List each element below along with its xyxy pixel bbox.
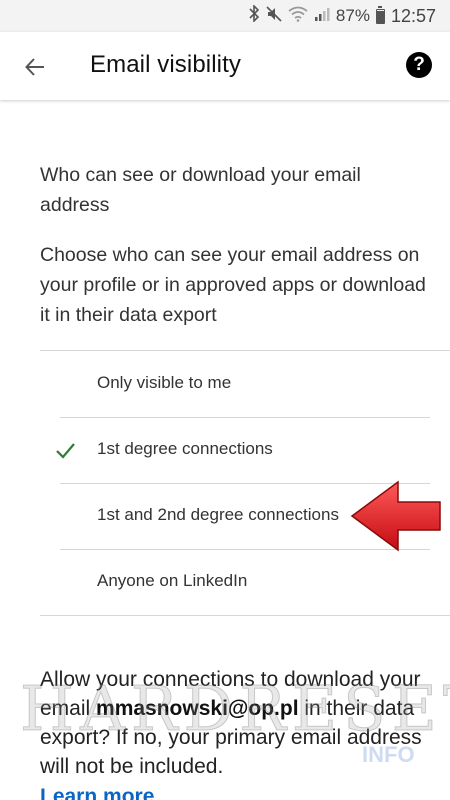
app-bar: Email visibility ? xyxy=(0,32,450,100)
option-label: Only visible to me xyxy=(97,373,232,392)
option-label: Anyone on LinkedIn xyxy=(97,571,248,590)
option-label: 1st and 2nd degree connections xyxy=(97,505,339,524)
wifi-icon xyxy=(288,6,308,27)
content-card: Who can see or download your email addre… xyxy=(0,100,450,800)
screen: 87% 12:57 Email visibility ? Who can see… xyxy=(0,0,450,800)
section-heading: Who can see or download your email addre… xyxy=(40,164,361,216)
battery-icon xyxy=(375,5,385,24)
status-icons: 87% 12:57 xyxy=(248,4,436,27)
signal-icon xyxy=(314,6,330,27)
check-icon xyxy=(56,443,75,459)
mute-icon xyxy=(266,5,282,27)
clock: 12:57 xyxy=(390,5,436,26)
page-title: Email visibility xyxy=(90,51,241,78)
help-button[interactable]: ? xyxy=(406,52,432,78)
section-description: Choose who can see your email address on… xyxy=(40,244,426,326)
allow-download-text: Allow your connections to download your … xyxy=(40,665,430,781)
status-bar: 87% 12:57 xyxy=(0,0,450,32)
learn-more-link[interactable]: Learn more xyxy=(40,785,154,800)
help-icon: ? xyxy=(413,54,425,75)
option-only-me[interactable]: Only visible to me xyxy=(40,351,450,417)
battery-percent: 87% xyxy=(335,6,370,25)
bluetooth-icon xyxy=(248,4,260,27)
red-arrow-icon xyxy=(350,480,441,552)
battery-fill xyxy=(376,11,384,23)
arrow-left-icon xyxy=(25,58,44,76)
email-address: mmasnowski@op.pl xyxy=(96,697,299,720)
back-button[interactable] xyxy=(18,50,52,84)
option-1st-degree[interactable]: 1st degree connections xyxy=(40,417,450,483)
option-anyone[interactable]: Anyone on LinkedIn xyxy=(40,549,450,615)
option-label: 1st degree connections xyxy=(97,439,273,458)
